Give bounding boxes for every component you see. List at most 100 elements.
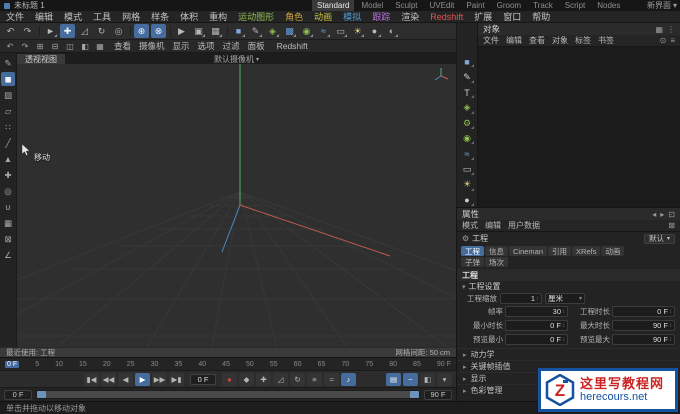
menu-item[interactable]: 模拟 xyxy=(343,10,361,23)
viewport[interactable]: 移动 xyxy=(17,64,456,347)
range-handle-right[interactable] xyxy=(410,391,419,398)
menu-item[interactable]: 角色 xyxy=(285,10,303,23)
objects-menu-item[interactable]: 对象 xyxy=(552,35,568,46)
timeline-tick[interactable]: 5 xyxy=(35,361,39,368)
prev-frame-button[interactable]: ◀ xyxy=(118,372,133,386)
spinner-icon[interactable]: ↕ xyxy=(562,323,565,329)
make-editable-icon[interactable]: ✎ xyxy=(1,56,15,70)
filter-icon[interactable]: ≡ xyxy=(670,36,675,45)
menu-item[interactable]: 帮助 xyxy=(532,10,550,23)
attribute-tab[interactable]: 子弹 xyxy=(461,257,484,267)
timeline-tick[interactable]: 20 xyxy=(103,361,111,368)
spinner-icon[interactable]: ↕ xyxy=(562,337,565,343)
axis-gizmo[interactable] xyxy=(431,66,451,89)
timeline-tick[interactable]: 85 xyxy=(413,361,421,368)
viewport-menu-item[interactable]: 选项 xyxy=(198,40,215,52)
history-back-icon[interactable]: ◂ xyxy=(652,210,656,219)
axis-mode-icon[interactable]: ⊗ xyxy=(151,24,166,38)
redo-icon[interactable]: ↷ xyxy=(20,24,35,38)
objects-menu-item[interactable]: 书签 xyxy=(598,35,614,46)
objects-menu-item[interactable]: 文件 xyxy=(483,35,499,46)
camera-icon[interactable]: ▭ xyxy=(333,24,348,38)
camera-palette-icon[interactable]: ▭ xyxy=(459,163,475,176)
material-icon[interactable]: ● xyxy=(367,24,382,38)
simulation-icon[interactable]: ≈ xyxy=(459,147,475,161)
light-palette-icon[interactable]: ☀ xyxy=(459,178,475,192)
key-position-button[interactable]: ✚ xyxy=(256,372,271,386)
enable-axis-icon[interactable]: ✚ xyxy=(1,168,15,182)
timeline-ruler[interactable]: 0 F 5 10 15 20 25 30 35 40 45 50 55 60 6… xyxy=(0,357,456,370)
menu-item[interactable]: 工具 xyxy=(93,10,111,23)
preview-range-slider[interactable] xyxy=(36,390,420,399)
key-rotation-button[interactable]: ↻ xyxy=(290,372,305,386)
key-pla-button[interactable]: ≈ xyxy=(324,372,339,386)
render-view-icon[interactable]: ▶ xyxy=(174,24,189,38)
range-handle-left[interactable] xyxy=(37,391,46,398)
timeline-tick[interactable]: 15 xyxy=(79,361,87,368)
cloner-icon[interactable]: ◈ xyxy=(459,101,475,115)
attribute-field-input[interactable]: 0 F ↕ xyxy=(612,306,675,317)
menu-item[interactable]: 模式 xyxy=(64,10,82,23)
history-forward-icon[interactable]: ▸ xyxy=(660,210,664,219)
timeline-tick[interactable]: 40 xyxy=(198,361,206,368)
edges-mode-icon[interactable]: ╱ xyxy=(1,136,15,150)
add-cube-icon[interactable]: ■ xyxy=(459,55,475,68)
solo-mode-icon[interactable]: ◎ xyxy=(1,184,15,198)
objects-menu-item[interactable]: 查看 xyxy=(529,35,545,46)
next-frame-button[interactable]: ▶▶ xyxy=(152,372,167,386)
objects-menu-item[interactable]: 编辑 xyxy=(506,35,522,46)
menu-item[interactable]: 扩展 xyxy=(474,10,492,23)
attribute-field-input[interactable]: 90 F ↕ xyxy=(612,320,675,331)
view-undo-icon[interactable]: ↶ xyxy=(4,41,16,52)
spinner-icon[interactable]: ↕ xyxy=(669,309,672,315)
layout-tab[interactable]: UVEdit xyxy=(425,0,460,11)
spinner-icon[interactable]: ↕ xyxy=(669,323,672,329)
fcurve-icon[interactable]: ~ xyxy=(403,372,418,386)
shading-icon[interactable]: ◧ xyxy=(79,41,91,52)
attribute-field-input[interactable]: 30 ↕ xyxy=(505,306,568,317)
model-mode-icon[interactable]: ◼ xyxy=(1,72,15,86)
menu-item[interactable]: 文件 xyxy=(6,10,24,23)
play-button[interactable]: ▶ xyxy=(135,372,150,386)
object-list[interactable] xyxy=(478,47,680,207)
menu-item[interactable]: 网格 xyxy=(122,10,140,23)
autokey-button[interactable]: ◆ xyxy=(239,372,254,386)
preview-range-bar[interactable] xyxy=(37,391,419,398)
timeline-tick[interactable]: 55 xyxy=(270,361,278,368)
menu-item[interactable]: 渲染 xyxy=(401,10,419,23)
workplane-snap-icon[interactable]: ▦ xyxy=(1,216,15,230)
menu-item[interactable]: 动画 xyxy=(314,10,332,23)
simulate-icon[interactable]: ≈ xyxy=(316,24,331,38)
timeline-tick[interactable]: 10 xyxy=(55,361,63,368)
range-start-field[interactable]: 0 F xyxy=(4,389,32,400)
motion-system-icon[interactable]: ◧ xyxy=(420,372,435,386)
menu-item[interactable]: Redshift xyxy=(430,12,463,22)
pen-icon[interactable]: ✎ xyxy=(459,70,475,84)
effector-icon[interactable]: ⚙ xyxy=(459,117,475,130)
view-layout-icon[interactable]: ◫ xyxy=(64,41,76,52)
volume-icon[interactable]: ▩ xyxy=(282,24,297,38)
project-scale-field[interactable]: 1 ↕ xyxy=(500,293,542,304)
objects-menu-item[interactable]: 标签 xyxy=(575,35,591,46)
menu-item[interactable]: 窗口 xyxy=(503,10,521,23)
points-mode-icon[interactable]: ∷ xyxy=(1,120,15,134)
menu-item[interactable]: 样条 xyxy=(151,10,169,23)
prev-key-button[interactable]: ◀◀ xyxy=(101,372,116,386)
render-to-picture-icon[interactable]: ▣ xyxy=(191,24,206,38)
timeline-tick[interactable]: 50 xyxy=(246,361,254,368)
current-frame-field[interactable]: 0 F xyxy=(190,373,216,385)
menu-item[interactable]: 重构 xyxy=(209,10,227,23)
preset-dropdown[interactable]: 默认 ▾ xyxy=(643,233,675,244)
view-redo-icon[interactable]: ↷ xyxy=(19,41,31,52)
attribute-tab[interactable]: 引用 xyxy=(548,246,572,256)
light-icon[interactable]: ☀ xyxy=(350,24,365,38)
menu-item[interactable]: 体积 xyxy=(180,10,198,23)
timeline-tick[interactable]: 65 xyxy=(318,361,326,368)
viewport-menu-redshift[interactable]: Redshift xyxy=(277,41,308,51)
polygons-mode-icon[interactable]: ▲ xyxy=(1,152,15,166)
attributes-menu-item[interactable]: 编辑 xyxy=(485,220,501,231)
timeline-tick[interactable]: 75 xyxy=(365,361,373,368)
goto-end-button[interactable]: ▶▮ xyxy=(169,372,184,386)
mograph-cloner-icon[interactable]: ◈ xyxy=(265,24,280,38)
dopesheet-icon[interactable]: ▤ xyxy=(386,372,401,386)
